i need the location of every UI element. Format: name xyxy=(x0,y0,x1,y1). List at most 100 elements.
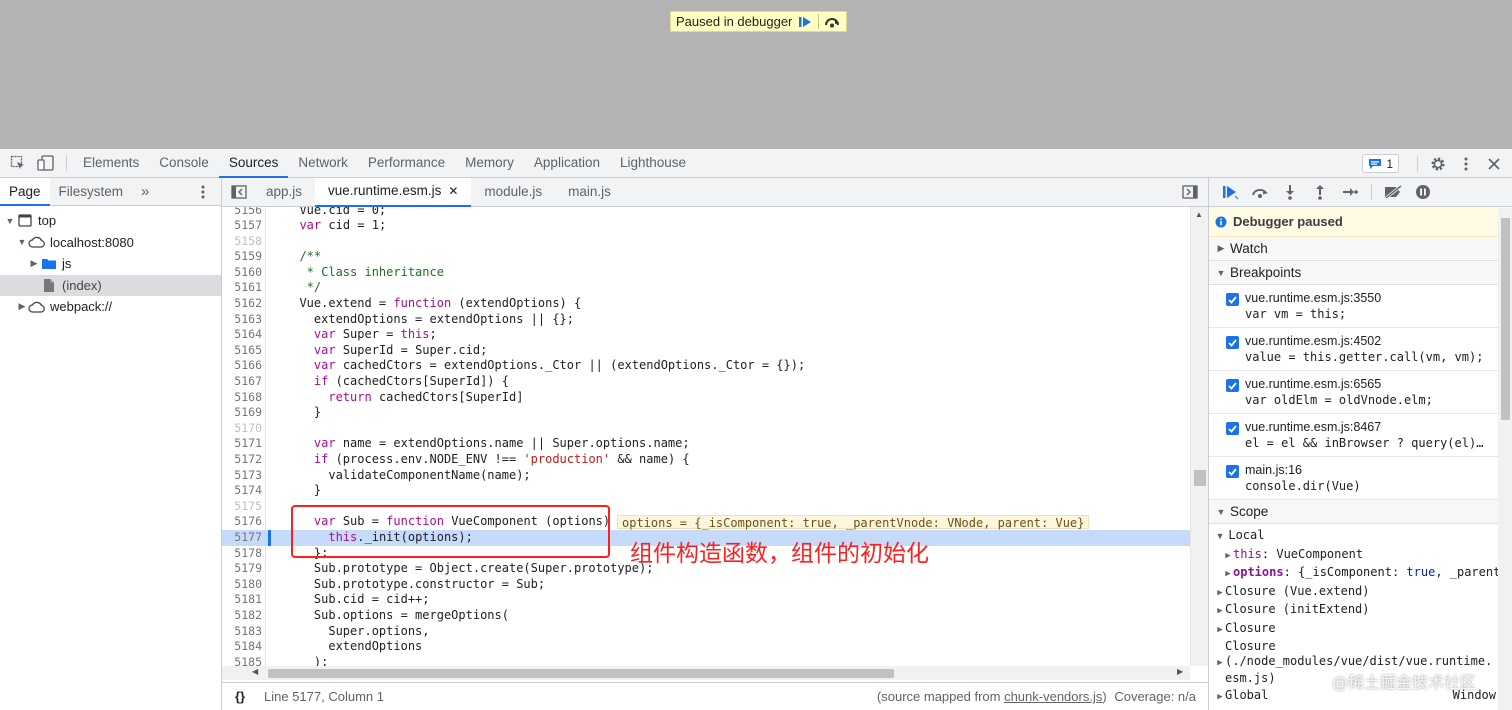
code-line[interactable]: 5166 var cachedCtors = extendOptions._Ct… xyxy=(222,358,1190,374)
code-line[interactable]: 5173 validateComponentName(name); xyxy=(222,468,1190,484)
line-number[interactable]: 5156 xyxy=(222,207,262,218)
breakpoint-checkbox[interactable] xyxy=(1226,422,1239,435)
tab-network[interactable]: Network xyxy=(288,149,358,178)
line-number[interactable]: 5172 xyxy=(222,452,262,468)
file-tab-app[interactable]: app.js xyxy=(253,178,315,207)
tab-elements[interactable]: Elements xyxy=(73,149,149,178)
tab-console[interactable]: Console xyxy=(149,149,219,178)
code-line[interactable]: 5169 } xyxy=(222,405,1190,421)
scope-var-this[interactable]: ▶ this: VueComponent xyxy=(1209,545,1512,564)
step-over-icon[interactable] xyxy=(1245,178,1275,206)
breakpoint-item[interactable]: vue.runtime.esm.js:6565 var oldElm = oldV… xyxy=(1209,371,1512,414)
breakpoint-item[interactable]: vue.runtime.esm.js:4502 value = this.gett… xyxy=(1209,328,1512,371)
scroll-up-arrow-icon[interactable]: ▲ xyxy=(1195,210,1203,219)
more-tabs-button[interactable]: » xyxy=(132,178,158,206)
resume-icon[interactable] xyxy=(795,13,815,30)
scrollbar-thumb[interactable] xyxy=(1501,218,1510,420)
code-line[interactable]: 5167 if (cachedCtors[SuperId]) { xyxy=(222,374,1190,390)
watch-section-header[interactable]: ▶ Watch xyxy=(1209,237,1512,261)
code-line[interactable]: 5184 extendOptions xyxy=(222,639,1190,655)
breakpoint-checkbox[interactable] xyxy=(1226,293,1239,306)
tab-lighthouse[interactable]: Lighthouse xyxy=(610,149,696,178)
line-number[interactable]: 5169 xyxy=(222,405,262,421)
file-tab-module[interactable]: module.js xyxy=(471,178,555,207)
line-number[interactable]: 5179 xyxy=(222,561,262,577)
tab-performance[interactable]: Performance xyxy=(358,149,455,178)
code-line[interactable]: 5180 Sub.prototype.constructor = Sub; xyxy=(222,577,1190,593)
source-map-link[interactable]: chunk-vendors.js xyxy=(1004,689,1102,704)
line-number[interactable]: 5166 xyxy=(222,358,262,374)
code-line[interactable]: 5162 Vue.extend = function (extendOption… xyxy=(222,296,1190,312)
scope-closure-extend[interactable]: ▶ Closure (Vue.extend) xyxy=(1209,582,1512,601)
scrollbar-thumb[interactable] xyxy=(268,669,894,678)
breakpoint-checkbox[interactable] xyxy=(1226,336,1239,349)
gear-icon[interactable] xyxy=(1424,150,1452,178)
line-number[interactable]: 5168 xyxy=(222,390,262,406)
step-icon[interactable] xyxy=(1335,178,1365,206)
toggle-navigator-icon[interactable] xyxy=(225,178,253,206)
close-icon[interactable] xyxy=(1480,150,1508,178)
code-line[interactable]: 5158 xyxy=(222,234,1190,250)
breakpoint-item[interactable]: vue.runtime.esm.js:8467 el = el && inBrow… xyxy=(1209,414,1512,457)
collapsed-triangle-icon[interactable]: ▶ xyxy=(16,301,28,312)
line-number[interactable]: 5173 xyxy=(222,468,262,484)
scope-section-header[interactable]: ▼ Scope xyxy=(1209,500,1512,524)
code-line[interactable]: 5182 Sub.options = mergeOptions( xyxy=(222,608,1190,624)
scroll-left-arrow-icon[interactable]: ◀ xyxy=(252,667,258,676)
line-number[interactable]: 5178 xyxy=(222,546,262,562)
deactivate-breakpoints-icon[interactable] xyxy=(1378,178,1408,206)
code-line[interactable]: 5171 var name = extendOptions.name || Su… xyxy=(222,436,1190,452)
code-line[interactable]: 5164 var Super = this; xyxy=(222,327,1190,343)
issues-badge[interactable]: 1 xyxy=(1362,154,1399,173)
line-number[interactable]: 5167 xyxy=(222,374,262,390)
tree-item-index[interactable]: (index) xyxy=(0,274,221,296)
more-options-icon[interactable] xyxy=(1452,150,1480,178)
collapsed-triangle-icon[interactable]: ▶ xyxy=(28,258,40,269)
code-line[interactable]: 5168 return cachedCtors[SuperId] xyxy=(222,390,1190,406)
file-tab-vue-runtime[interactable]: vue.runtime.esm.js ✕ xyxy=(315,177,472,207)
line-number[interactable]: 5177 xyxy=(222,530,262,546)
breakpoint-item[interactable]: main.js:16 console.dir(Vue) xyxy=(1209,457,1512,500)
line-number[interactable]: 5185 xyxy=(222,655,262,666)
pause-on-exceptions-icon[interactable] xyxy=(1408,178,1438,206)
scroll-right-arrow-icon[interactable]: ▶ xyxy=(1177,667,1183,676)
code-line[interactable]: 5170 xyxy=(222,421,1190,437)
tab-page[interactable]: Page xyxy=(0,177,50,206)
breakpoints-section-header[interactable]: ▼ Breakpoints xyxy=(1209,261,1512,285)
toggle-debugger-icon[interactable] xyxy=(1176,178,1204,206)
expanded-triangle-icon[interactable]: ▼ xyxy=(4,216,16,226)
scope-closure[interactable]: ▶ Closure xyxy=(1209,619,1512,638)
line-number[interactable]: 5165 xyxy=(222,343,262,359)
code-line[interactable]: 5181 Sub.cid = cid++; xyxy=(222,592,1190,608)
code-line[interactable]: 5172 if (process.env.NODE_ENV !== 'produ… xyxy=(222,452,1190,468)
scope-var-options[interactable]: ▶ options: {_isComponent: true, _parent xyxy=(1209,563,1512,582)
code-line[interactable]: 5161 */ xyxy=(222,280,1190,296)
breakpoint-item[interactable]: vue.runtime.esm.js:3550 var vm = this; xyxy=(1209,285,1512,328)
scope-closure-initextend[interactable]: ▶ Closure (initExtend) xyxy=(1209,600,1512,619)
debugger-scrollbar[interactable] xyxy=(1498,208,1512,710)
step-over-icon[interactable] xyxy=(822,13,842,30)
tab-filesystem[interactable]: Filesystem xyxy=(50,178,133,206)
line-number[interactable]: 5157 xyxy=(222,218,262,234)
close-tab-icon[interactable]: ✕ xyxy=(448,177,458,205)
breakpoint-checkbox[interactable] xyxy=(1226,379,1239,392)
resume-icon[interactable] xyxy=(1215,178,1245,206)
line-number[interactable]: 5158 xyxy=(222,234,262,250)
tab-sources[interactable]: Sources xyxy=(218,149,289,178)
code-line[interactable]: 5159 /** xyxy=(222,249,1190,265)
tab-memory[interactable]: Memory xyxy=(455,149,524,178)
inspect-element-icon[interactable] xyxy=(4,149,32,177)
code-line[interactable]: 5165 var SuperId = Super.cid; xyxy=(222,343,1190,359)
line-number[interactable]: 5184 xyxy=(222,639,262,655)
tree-item-js[interactable]: ▶ js xyxy=(0,253,221,275)
code-line[interactable]: 5174 } xyxy=(222,483,1190,499)
line-number[interactable]: 5175 xyxy=(222,499,262,515)
tab-application[interactable]: Application xyxy=(524,149,610,178)
tree-item-top[interactable]: ▼ top xyxy=(0,210,221,232)
line-number[interactable]: 5176 xyxy=(222,514,262,530)
tree-item-webpack[interactable]: ▶ webpack:// xyxy=(0,296,221,318)
scrollbar-thumb[interactable] xyxy=(1194,470,1206,486)
line-number[interactable]: 5160 xyxy=(222,265,262,281)
line-number[interactable]: 5159 xyxy=(222,249,262,265)
breakpoint-file[interactable]: vue.runtime.esm.js:3550 xyxy=(1245,291,1381,305)
